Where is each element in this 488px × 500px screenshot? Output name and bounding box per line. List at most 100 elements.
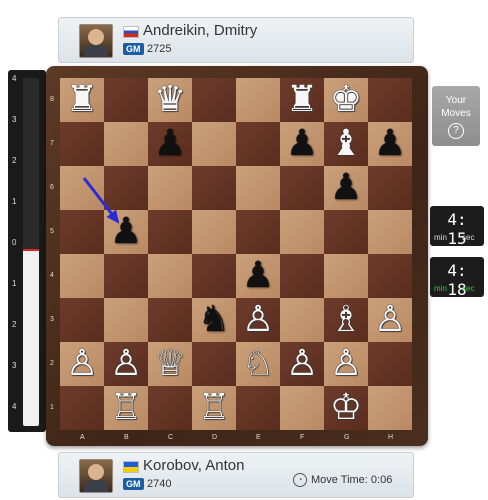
square-a3[interactable] <box>60 298 104 342</box>
square-c1[interactable] <box>148 386 192 430</box>
evaluation-bar: 4 3 2 1 0 1 2 3 4 <box>8 70 46 432</box>
square-a1[interactable] <box>60 386 104 430</box>
top-player-avatar <box>79 24 113 58</box>
black-pawn-e4[interactable]: ♟ <box>236 254 280 298</box>
square-c4[interactable] <box>148 254 192 298</box>
white-bishop-g3[interactable]: ♗ <box>324 298 368 342</box>
file-label: H <box>388 434 394 441</box>
white-king-g8[interactable]: ♚ <box>324 78 368 122</box>
square-c5[interactable] <box>148 210 192 254</box>
move-time: Move Time: 0:06 <box>311 474 393 486</box>
square-e6[interactable] <box>236 166 280 210</box>
square-b8[interactable] <box>104 78 148 122</box>
bottom-clock-min-label: min <box>434 284 447 293</box>
black-pawn-b5[interactable]: ♟ <box>104 210 148 254</box>
square-e5[interactable] <box>236 210 280 254</box>
russia-flag-icon <box>123 26 139 38</box>
evaluation-white-fill <box>23 249 39 426</box>
file-label: E <box>256 434 261 441</box>
help-icon[interactable]: ? <box>448 123 464 139</box>
square-h5[interactable] <box>368 210 412 254</box>
black-pawn-c7[interactable]: ♟ <box>148 122 192 166</box>
square-f5[interactable] <box>280 210 324 254</box>
file-label: C <box>168 434 174 441</box>
black-pawn-h7[interactable]: ♟ <box>368 122 412 166</box>
rank-label: 4 <box>50 272 54 279</box>
white-pawn-g2[interactable]: ♙ <box>324 342 368 386</box>
square-h1[interactable] <box>368 386 412 430</box>
square-a4[interactable] <box>60 254 104 298</box>
square-a6[interactable] <box>60 166 104 210</box>
rank-label: 8 <box>50 96 54 103</box>
square-b7[interactable] <box>104 122 148 166</box>
eval-scale-label: 2 <box>12 156 17 165</box>
square-e7[interactable] <box>236 122 280 166</box>
bottom-player-title-badge: GM <box>123 478 144 490</box>
square-d4[interactable] <box>192 254 236 298</box>
your-moves-label-line1: Your <box>445 95 467 106</box>
white-queen-c8[interactable]: ♛ <box>148 78 192 122</box>
black-knight-d3[interactable]: ♞ <box>192 298 236 342</box>
file-label: F <box>300 434 305 441</box>
white-rook-b1[interactable]: ♖ <box>104 386 148 430</box>
square-a7[interactable] <box>60 122 104 166</box>
square-h2[interactable] <box>368 342 412 386</box>
square-g5[interactable] <box>324 210 368 254</box>
square-f6[interactable] <box>280 166 324 210</box>
white-knight-e2[interactable]: ♘ <box>236 342 280 386</box>
white-queen-c2[interactable]: ♕ <box>148 342 192 386</box>
square-c3[interactable] <box>148 298 192 342</box>
file-label: G <box>344 434 350 441</box>
white-rook-a8[interactable]: ♜ <box>60 78 104 122</box>
square-e8[interactable] <box>236 78 280 122</box>
bottom-player-name[interactable]: Korobov, Anton <box>143 457 244 474</box>
bottom-player-card[interactable]: Korobov, Anton GM 2740 ◔ Move Time: 0:06 <box>58 452 414 498</box>
square-c6[interactable] <box>148 166 192 210</box>
white-king-g1[interactable]: ♔ <box>324 386 368 430</box>
ukraine-flag-icon <box>123 461 139 473</box>
white-pawn-b2[interactable]: ♙ <box>104 342 148 386</box>
white-pawn-a2[interactable]: ♙ <box>60 342 104 386</box>
white-rook-d1[interactable]: ♖ <box>192 386 236 430</box>
eval-scale-label: 3 <box>12 115 17 124</box>
square-b3[interactable] <box>104 298 148 342</box>
eval-scale-label: 4 <box>12 402 17 411</box>
eval-scale-label: 3 <box>12 361 17 370</box>
square-b6[interactable] <box>104 166 148 210</box>
white-pawn-h3[interactable]: ♙ <box>368 298 412 342</box>
square-h8[interactable] <box>368 78 412 122</box>
rank-label: 5 <box>50 228 54 235</box>
black-pawn-g6[interactable]: ♟ <box>324 166 368 210</box>
bottom-player-clock: 4: 18 min sec <box>430 257 484 299</box>
white-bishop-g7[interactable]: ♝ <box>324 122 368 166</box>
your-moves-button[interactable]: Your Moves ? <box>432 86 480 146</box>
white-pawn-e3[interactable]: ♙ <box>236 298 280 342</box>
top-player-name[interactable]: Andreikin, Dmitry <box>143 22 257 39</box>
chess-board[interactable]: ♜ ♛ ♜ ♚ ♟ ♟ ♝ ♟ ♟ ♟ ♟ ♞ ♙ ♗ ♙ ♙ ♙ ♕ ♘ ♙ ♙ ♖ ♖ ♔ <box>60 78 412 430</box>
black-pawn-f7[interactable]: ♟ <box>280 122 324 166</box>
square-d2[interactable] <box>192 342 236 386</box>
square-e1[interactable] <box>236 386 280 430</box>
rank-label: 2 <box>50 360 54 367</box>
bottom-player-rating: 2740 <box>147 478 172 490</box>
square-b4[interactable] <box>104 254 148 298</box>
square-d5[interactable] <box>192 210 236 254</box>
square-g4[interactable] <box>324 254 368 298</box>
top-clock-time: 4: 15 <box>447 210 467 248</box>
white-pawn-f2[interactable]: ♙ <box>280 342 324 386</box>
square-f1[interactable] <box>280 386 324 430</box>
square-d8[interactable] <box>192 78 236 122</box>
square-a5[interactable] <box>60 210 104 254</box>
white-rook-f8[interactable]: ♜ <box>280 78 324 122</box>
square-d6[interactable] <box>192 166 236 210</box>
square-f3[interactable] <box>280 298 324 342</box>
top-clock-sec-label: sec <box>462 233 475 242</box>
top-player-card[interactable]: Andreikin, Dmitry GM 2725 <box>58 17 414 63</box>
evaluation-track <box>23 78 39 426</box>
bottom-player-avatar <box>79 459 113 493</box>
square-h4[interactable] <box>368 254 412 298</box>
square-d7[interactable] <box>192 122 236 166</box>
top-player-clock: 4: 15 min sec <box>430 206 484 248</box>
square-f4[interactable] <box>280 254 324 298</box>
square-h6[interactable] <box>368 166 412 210</box>
